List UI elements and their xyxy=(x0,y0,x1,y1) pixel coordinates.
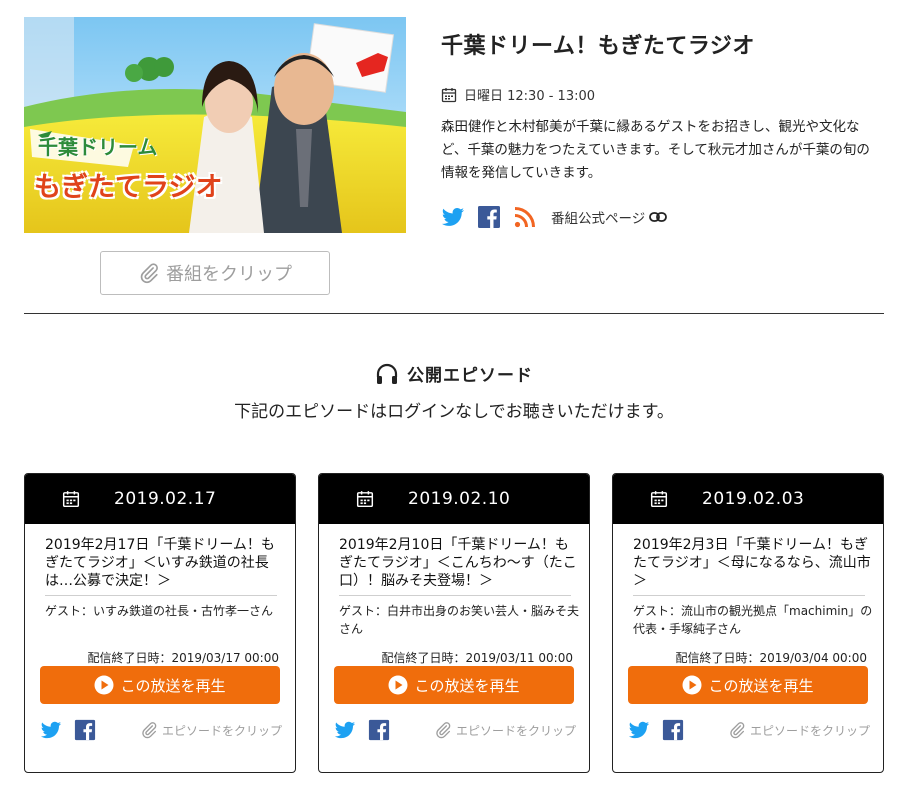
official-page-link[interactable]: 番組公式ページ xyxy=(551,207,667,227)
episode-actions: エピソードをクリップ xyxy=(40,718,282,742)
episode-expire: 配信終了日時：2019/03/17 00:00 xyxy=(87,651,279,665)
play-icon xyxy=(94,675,114,695)
episodes-heading-text: 公開エピソード xyxy=(407,366,533,386)
episode-date: 2019.02.10 xyxy=(408,489,511,509)
episode-actions: エピソードをクリップ xyxy=(334,718,576,742)
facebook-icon[interactable] xyxy=(368,719,390,741)
twitter-icon[interactable] xyxy=(334,719,356,741)
clip-program-button[interactable]: 番組をクリップ xyxy=(100,251,330,295)
play-episode-button[interactable]: この放送を再生 xyxy=(628,666,868,704)
facebook-icon[interactable] xyxy=(74,719,96,741)
episode-card: 2019.02.17 2019年2月17日「千葉ドリーム！もぎたてラジオ」＜いす… xyxy=(24,473,296,773)
episode-guest: ゲスト：白井市出身のお笑い芸人・脳みそ夫さん xyxy=(339,604,580,636)
episode-expire: 配信終了日時：2019/03/04 00:00 xyxy=(675,651,867,665)
clip-episode-label: エピソードをクリップ xyxy=(455,723,576,738)
program-social-links: 番組公式ページ xyxy=(441,205,667,229)
twitter-icon[interactable] xyxy=(40,719,62,741)
play-icon xyxy=(682,675,702,695)
paperclip-icon xyxy=(140,721,158,739)
clip-episode-label: エピソードをクリップ xyxy=(161,723,282,738)
program-title: 千葉ドリーム！もぎたてラジオ xyxy=(441,34,755,59)
program-thumbnail: 千葉ドリーム もぎたてラジオ xyxy=(24,17,406,233)
episode-divider xyxy=(45,595,277,596)
program-description: 森田健作と木村郁美が千葉に縁あるゲストをお招きし、観光や文化など、千葉の魅力をつ… xyxy=(441,119,870,181)
episode-guest: ゲスト：いすみ鉄道の社長・古竹孝一さん xyxy=(45,604,274,618)
episode-card-header: 2019.02.03 xyxy=(613,474,883,524)
twitter-icon[interactable] xyxy=(628,719,650,741)
play-label: この放送を再生 xyxy=(414,676,520,695)
rss-icon[interactable] xyxy=(513,205,537,229)
link-icon xyxy=(649,211,667,223)
schedule-text: 日曜日 12:30 - 13:00 xyxy=(464,89,596,104)
episode-actions: エピソードをクリップ xyxy=(628,718,870,742)
facebook-icon[interactable] xyxy=(662,719,684,741)
headphones-icon xyxy=(376,363,398,384)
episode-title: 2019年2月17日「千葉ドリーム！もぎたてラジオ」＜いすみ鉄道の社長は…公募で… xyxy=(45,537,275,589)
paperclip-icon xyxy=(138,262,160,284)
clip-episode-button[interactable]: エピソードをクリップ xyxy=(728,721,870,739)
episode-divider xyxy=(633,595,865,596)
episode-card-header: 2019.02.17 xyxy=(25,474,295,524)
paperclip-icon xyxy=(434,721,452,739)
episode-date: 2019.02.17 xyxy=(114,489,217,509)
play-label: この放送を再生 xyxy=(120,676,226,695)
calendar-icon xyxy=(62,490,80,508)
play-label: この放送を再生 xyxy=(708,676,814,695)
episode-expire: 配信終了日時：2019/03/11 00:00 xyxy=(381,651,573,665)
clip-episode-button[interactable]: エピソードをクリップ xyxy=(140,721,282,739)
episode-title: 2019年2月10日「千葉ドリーム！もぎたてラジオ」＜こんちわ～す（たこ口）！脳… xyxy=(339,537,577,589)
logo-line1: 千葉ドリーム xyxy=(38,135,158,159)
program-schedule: 日曜日 12:30 - 13:00 xyxy=(441,85,595,104)
clip-program-label: 番組をクリップ xyxy=(166,264,292,285)
paperclip-icon xyxy=(728,721,746,739)
section-divider xyxy=(24,313,884,314)
clip-episode-button[interactable]: エピソードをクリップ xyxy=(434,721,576,739)
clip-episode-label: エピソードをクリップ xyxy=(749,723,870,738)
logo-line2: もぎたてラジオ xyxy=(34,172,223,203)
calendar-icon xyxy=(441,87,457,103)
episode-divider xyxy=(339,595,571,596)
official-page-label: 番組公式ページ xyxy=(551,211,646,227)
play-episode-button[interactable]: この放送を再生 xyxy=(40,666,280,704)
episodes-subtitle: 下記のエピソードはログインなしでお聴きいただけます。 xyxy=(234,402,674,422)
episodes-heading: 公開エピソード xyxy=(0,361,908,386)
episode-card-header: 2019.02.10 xyxy=(319,474,589,524)
play-episode-button[interactable]: この放送を再生 xyxy=(334,666,574,704)
episode-guest: ゲスト：流山市の観光拠点「machimin」の代表・手塚純子さん xyxy=(633,604,873,636)
episode-title: 2019年2月3日「千葉ドリーム！もぎたてラジオ」＜母になるなら、流山市＞ xyxy=(633,537,871,589)
calendar-icon xyxy=(356,490,374,508)
episode-card: 2019.02.10 2019年2月10日「千葉ドリーム！もぎたてラジオ」＜こん… xyxy=(318,473,590,773)
play-icon xyxy=(388,675,408,695)
episode-date: 2019.02.03 xyxy=(702,489,805,509)
calendar-icon xyxy=(650,490,668,508)
facebook-icon[interactable] xyxy=(477,205,501,229)
twitter-icon[interactable] xyxy=(441,205,465,229)
episode-card: 2019.02.03 2019年2月3日「千葉ドリーム！もぎたてラジオ」＜母にな… xyxy=(612,473,884,773)
